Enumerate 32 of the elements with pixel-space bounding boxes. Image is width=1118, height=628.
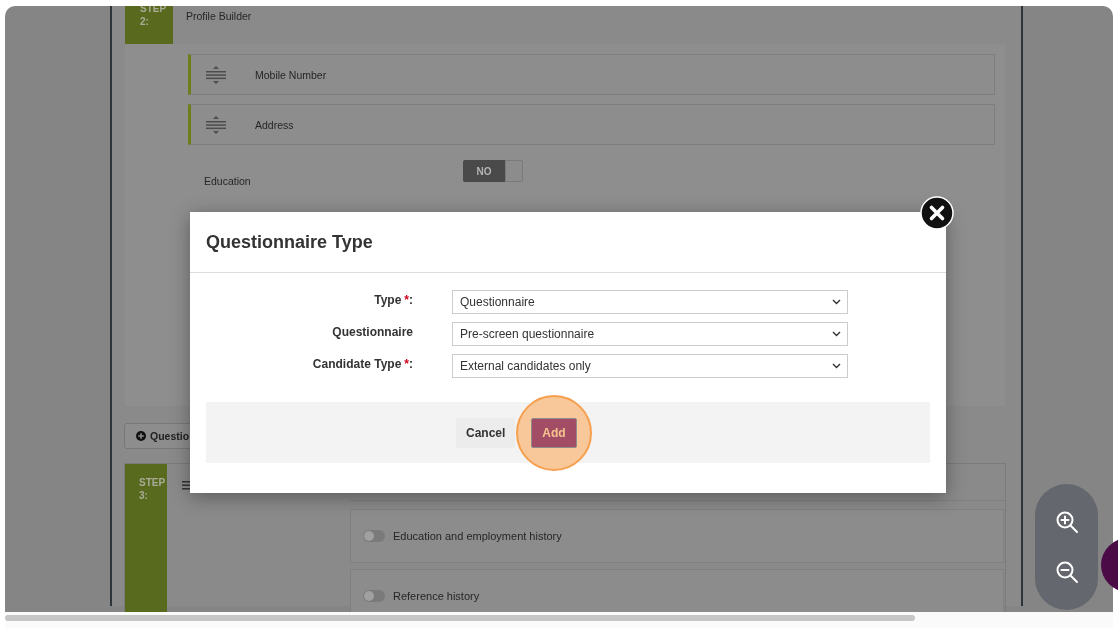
option-label: Education and employment history <box>393 530 562 542</box>
zoom-out-icon[interactable] <box>1054 560 1079 584</box>
toggle-switch[interactable] <box>363 590 385 602</box>
chevron-down-icon <box>832 299 841 305</box>
drag-handle-icon[interactable] <box>206 65 226 84</box>
dropdown[interactable]: Questionnaire <box>452 290 848 314</box>
chevron-down-icon <box>832 331 841 337</box>
dialog-title: Questionnaire Type <box>206 231 373 253</box>
section-title: Profile Builder <box>186 10 252 24</box>
toggle-switch[interactable] <box>363 530 385 542</box>
field-label: Candidate Type *: <box>311 357 413 371</box>
step-number: 3: <box>139 489 149 502</box>
zoom-in-icon[interactable] <box>1054 510 1079 534</box>
scrollbar[interactable] <box>5 612 1113 628</box>
dropdown[interactable]: External candidates only <box>452 354 848 378</box>
field-label: Education <box>204 175 252 187</box>
plus-circle-icon <box>136 430 146 441</box>
step-number: 2: <box>140 15 150 28</box>
step-label: STEP <box>139 476 167 489</box>
close-icon[interactable] <box>920 196 954 230</box>
field-label: Mobile Number <box>255 68 327 81</box>
drag-handle-icon[interactable] <box>206 115 226 134</box>
field-row[interactable]: Mobile Number <box>188 54 995 95</box>
add-button[interactable]: Add <box>531 417 577 448</box>
field-label: Type *: <box>373 293 413 307</box>
dropdown[interactable]: Pre-screen questionnaire <box>452 322 848 346</box>
chevron-down-icon <box>832 363 841 369</box>
option-label: Reference history <box>393 590 480 602</box>
field-row[interactable]: Address <box>188 104 995 145</box>
cancel-button[interactable]: Cancel <box>456 417 516 448</box>
field-label: Address <box>255 118 294 131</box>
field-label: Questionnaire <box>331 325 413 339</box>
